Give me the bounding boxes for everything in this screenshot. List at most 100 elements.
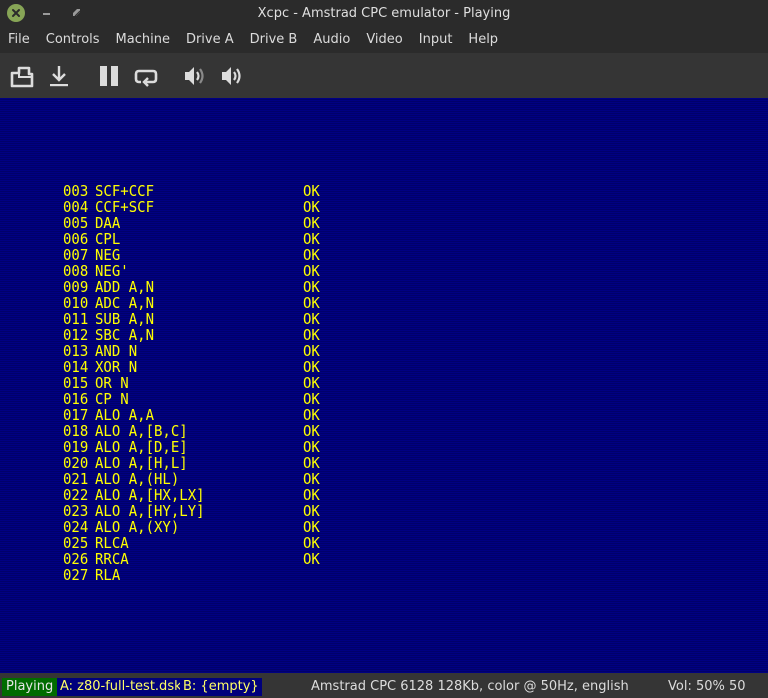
test-number: 020 [63, 455, 89, 473]
status-bar: Playing A: z80-full-test.dsk B: {empty} … [0, 673, 768, 698]
test-instruction: SBC A,N [95, 327, 155, 345]
test-instruction: ALO A,(XY) [95, 519, 180, 537]
test-instruction: OR N [95, 375, 129, 393]
emulator-state-badge: Playing [2, 678, 58, 696]
test-result: OK [303, 359, 320, 377]
test-number: 011 [63, 311, 89, 329]
test-output: 003 SCF+CCF OK 004 CCF+SCF OK 005 DAA OK 006 CPL OK… [63, 183, 320, 585]
test-number: 013 [63, 343, 89, 361]
test-instruction: ADC A,N [95, 295, 155, 313]
test-result: OK [303, 375, 320, 393]
test-result: OK [303, 327, 320, 345]
test-result-line: 008 NEG' OK [63, 264, 320, 281]
test-result-line: 006 CPL OK [63, 232, 320, 249]
test-result-line: 020 ALO A,[H,L] OK [63, 456, 320, 473]
test-result: OK [303, 407, 320, 425]
reset-button[interactable] [131, 61, 161, 91]
test-result-line: 004 CCF+SCF OK [63, 200, 320, 217]
test-result-line: 023 ALO A,[HY,LY] OK [63, 504, 320, 521]
test-number: 004 [63, 199, 89, 217]
test-result-line: 005 DAA OK [63, 216, 320, 233]
test-result-line: 014 XOR N OK [63, 360, 320, 377]
test-instruction: RLA [95, 567, 121, 585]
test-number: 027 [63, 567, 89, 585]
test-number: 003 [63, 183, 89, 201]
test-result: OK [303, 471, 320, 489]
menu-help[interactable]: Help [460, 27, 506, 53]
test-result-line: 022 ALO A,[HX,LX] OK [63, 488, 320, 505]
menu-file[interactable]: File [0, 27, 38, 53]
test-result: OK [303, 247, 320, 265]
window-title: Xcpc - Amstrad CPC emulator - Playing [257, 6, 511, 21]
test-number: 008 [63, 263, 89, 281]
volume-high-icon [222, 67, 241, 85]
test-result-line: 016 CP N OK [63, 392, 320, 409]
test-result: OK [303, 279, 320, 297]
test-number: 005 [63, 215, 89, 233]
test-result-line: 025 RLCA OK [63, 536, 320, 553]
menu-drive-a[interactable]: Drive A [178, 27, 242, 53]
menu-audio[interactable]: Audio [305, 27, 358, 53]
volume-down-button[interactable] [180, 61, 210, 91]
menu-machine[interactable]: Machine [108, 27, 178, 53]
test-result-line: 007 NEG OK [63, 248, 320, 265]
test-number: 022 [63, 487, 89, 505]
test-number: 023 [63, 503, 89, 521]
test-result: OK [303, 423, 320, 441]
test-result: OK [303, 439, 320, 457]
menu-input[interactable]: Input [411, 27, 461, 53]
menu-controls[interactable]: Controls [38, 27, 108, 53]
toolbar [0, 53, 768, 98]
test-result: OK [303, 295, 320, 313]
test-instruction: CP N [95, 391, 129, 409]
test-instruction: ALO A,[D,E] [95, 439, 188, 457]
test-number: 026 [63, 551, 89, 569]
save-snapshot-button[interactable] [44, 61, 74, 91]
test-result-line: 017 ALO A,A OK [63, 408, 320, 425]
emulator-screen[interactable]: 003 SCF+CCF OK 004 CCF+SCF OK 005 DAA OK 006 CPL OK… [0, 98, 768, 673]
machine-info: Amstrad CPC 6128 128Kb, color @ 50Hz, en… [311, 679, 629, 694]
test-result-line: 021 ALO A,(HL) OK [63, 472, 320, 489]
load-snapshot-button[interactable] [7, 61, 37, 91]
test-result-line: 027 RLA [63, 568, 320, 585]
test-number: 018 [63, 423, 89, 441]
test-instruction: ALO A,A [95, 407, 155, 425]
test-result: OK [303, 503, 320, 521]
test-result-line: 013 AND N OK [63, 344, 320, 361]
test-number: 009 [63, 279, 89, 297]
test-instruction: ADD A,N [95, 279, 155, 297]
test-instruction: ALO A,(HL) [95, 471, 180, 489]
test-result-line: 024 ALO A,(XY) OK [63, 520, 320, 537]
test-result-line: 015 OR N OK [63, 376, 320, 393]
download-icon [50, 66, 68, 87]
test-result: OK [303, 311, 320, 329]
title-bar: Xcpc - Amstrad CPC emulator - Playing [0, 0, 768, 27]
test-result: OK [303, 263, 320, 281]
test-result: OK [303, 343, 320, 361]
reset-icon [134, 69, 158, 87]
test-instruction: NEG' [95, 263, 129, 281]
fps-counter: 50 fps [729, 679, 749, 698]
test-instruction: AND N [95, 343, 138, 361]
test-result: OK [303, 487, 320, 505]
test-instruction: ALO A,[H,L] [95, 455, 188, 473]
open-folder-icon [10, 66, 34, 88]
test-result: OK [303, 215, 320, 233]
test-instruction: XOR N [95, 359, 138, 377]
test-instruction: CPL [95, 231, 121, 249]
volume-up-button[interactable] [217, 61, 247, 91]
drive-a-status: A: z80-full-test.dsk [57, 678, 185, 696]
menu-video[interactable]: Video [358, 27, 410, 53]
test-instruction: ALO A,[B,C] [95, 423, 188, 441]
test-result-line: 019 ALO A,[D,E] OK [63, 440, 320, 457]
test-instruction: ALO A,[HX,LX] [95, 487, 205, 505]
menu-drive-b[interactable]: Drive B [242, 27, 306, 53]
test-instruction: SCF+CCF [95, 183, 155, 201]
test-instruction: RLCA [95, 535, 129, 553]
test-result: OK [303, 535, 320, 553]
test-number: 010 [63, 295, 89, 313]
pause-button[interactable] [94, 61, 124, 91]
test-instruction: RRCA [95, 551, 129, 569]
test-number: 006 [63, 231, 89, 249]
volume-status: Vol: 50% [668, 679, 725, 694]
